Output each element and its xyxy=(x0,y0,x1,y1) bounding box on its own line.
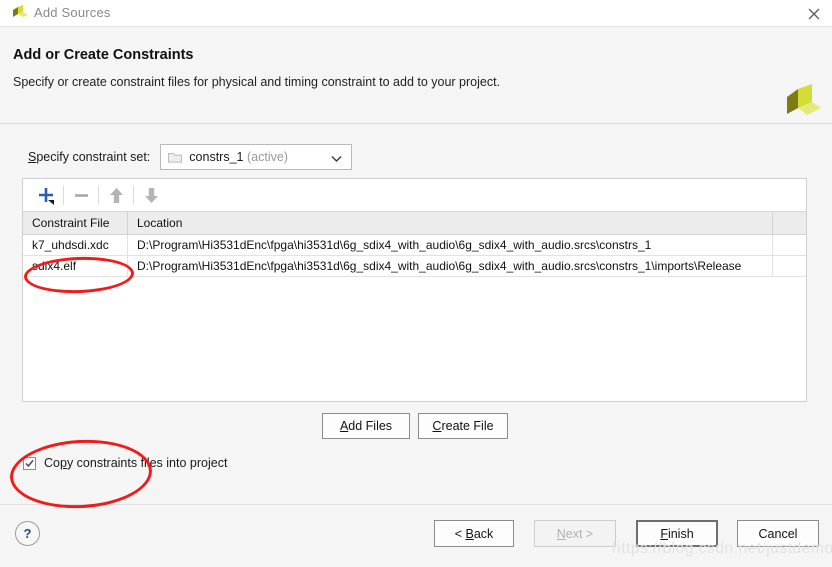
page-title: Add or Create Constraints xyxy=(13,47,194,63)
title-bar: Add Sources xyxy=(0,0,832,27)
page-subtitle: Specify or create constraint files for p… xyxy=(13,75,501,89)
constraint-set-value: constrs_1 (active) xyxy=(189,150,288,164)
table-row[interactable]: sdix4.elf D:\Program\Hi3531dEnc\fpga\hi3… xyxy=(23,256,806,277)
create-file-label: Create File xyxy=(432,419,494,433)
toolbar-divider xyxy=(133,185,134,205)
constraint-files-panel: Constraint File Location k7_uhdsdi.xdc D… xyxy=(22,178,807,402)
dialog-body: Specify constraint set: constrs_1 (activ… xyxy=(0,124,832,504)
cell-location: D:\Program\Hi3531dEnc\fpga\hi3531d\6g_sd… xyxy=(128,256,773,277)
copy-constraints-label: Copy constraints files into project xyxy=(44,456,228,470)
column-header-filler xyxy=(773,212,806,234)
cell-location: D:\Program\Hi3531dEnc\fpga\hi3531d\6g_sd… xyxy=(128,235,773,256)
create-file-button[interactable]: Create File xyxy=(418,413,508,439)
add-files-button[interactable]: Add Files xyxy=(322,413,410,439)
cell-constraint-file: sdix4.elf xyxy=(23,256,128,277)
move-down-button[interactable] xyxy=(136,183,166,207)
table-rows: k7_uhdsdi.xdc D:\Program\Hi3531dEnc\fpga… xyxy=(23,235,806,401)
add-sources-button[interactable] xyxy=(31,183,61,207)
cell-constraint-file: k7_uhdsdi.xdc xyxy=(23,235,128,256)
constraint-set-name: constrs_1 xyxy=(189,150,244,164)
copy-constraints-row: Copy constraints files into project xyxy=(23,456,227,470)
finish-button[interactable]: Finish xyxy=(636,520,718,547)
toolbar-divider xyxy=(98,185,99,205)
next-label: Next > xyxy=(556,526,594,541)
constraint-set-row: Specify constraint set: constrs_1 (activ… xyxy=(28,144,353,170)
xilinx-logo-icon xyxy=(783,83,823,121)
remove-source-button[interactable] xyxy=(66,183,96,207)
constraint-set-label: Specify constraint set: xyxy=(28,150,151,164)
close-icon[interactable] xyxy=(805,5,823,23)
back-label: < Back xyxy=(454,526,494,541)
folder-icon xyxy=(168,152,183,163)
table-header-row: Constraint File Location xyxy=(23,212,806,235)
next-button: Next > xyxy=(534,520,616,547)
chevron-down-icon[interactable] xyxy=(331,152,342,162)
vivado-logo-icon xyxy=(12,5,29,21)
help-button[interactable]: ? xyxy=(15,521,40,546)
table-row[interactable]: k7_uhdsdi.xdc D:\Program\Hi3531dEnc\fpga… xyxy=(23,235,806,256)
constraint-set-state: (active) xyxy=(246,150,288,164)
add-files-label: Add Files xyxy=(339,419,393,433)
toolbar-divider xyxy=(63,185,64,205)
checkmark-icon xyxy=(25,459,34,467)
table-toolbar xyxy=(23,179,806,212)
cell-filler xyxy=(773,256,806,277)
constraint-set-dropdown[interactable]: constrs_1 (active) xyxy=(160,144,353,170)
window-title: Add Sources xyxy=(34,5,111,20)
back-button[interactable]: < Back xyxy=(434,520,514,547)
copy-constraints-checkbox[interactable] xyxy=(23,456,36,470)
cancel-button[interactable]: Cancel xyxy=(737,520,819,547)
move-up-button[interactable] xyxy=(101,183,131,207)
cell-filler xyxy=(773,235,806,256)
finish-label: Finish xyxy=(660,526,694,541)
column-header-location[interactable]: Location xyxy=(128,212,773,234)
dialog-header: Add or Create Constraints Specify or cre… xyxy=(0,27,832,124)
column-header-constraint-file[interactable]: Constraint File xyxy=(23,212,128,234)
